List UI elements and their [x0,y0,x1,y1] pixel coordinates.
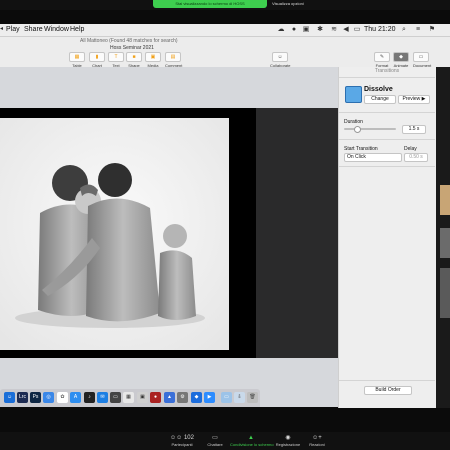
effect-name: Dissolve [364,86,393,93]
menu-help[interactable]: Help [70,26,84,33]
bluetooth-icon[interactable]: ✱ [316,26,324,33]
share-screen-icon: ▲ [248,435,254,441]
collaborate-button[interactable]: ☺ Collaborate [270,52,290,68]
zoom-app-icon[interactable]: ▶ [204,392,215,403]
flag-icon[interactable]: ⚑ [428,26,436,33]
family-photo-image [0,118,229,350]
transition-thumbnail [345,86,362,103]
animate-button[interactable]: ◆ Animate [393,52,409,68]
find-status: All Mattoneo (Found 48 matches for searc… [80,38,178,44]
trash-icon[interactable]: 🗑 [247,392,258,403]
terminal-icon[interactable]: ▭ [110,392,121,403]
chart-icon: ▮ [89,52,105,62]
calendar-icon[interactable]: ▦ [123,392,134,403]
music-icon[interactable]: ♪ [84,392,95,403]
share-banner[interactable]: Stai visualizzando lo schermo di HOSS [153,0,267,8]
menu-share[interactable]: Share [24,26,43,33]
table-button[interactable]: ▦ Table [69,52,85,68]
view-options-menu[interactable]: Visualizza opzioni [272,1,304,6]
inspector-header: Transitions [374,68,400,74]
document-button[interactable]: ▭ Document [413,52,431,68]
text-button[interactable]: T Text [108,52,124,68]
duration-slider-knob[interactable] [353,126,361,133]
shape-button[interactable]: ■ Shape [126,52,142,68]
app-store-icon[interactable]: A [70,392,81,403]
participant-thumbnail[interactable] [440,268,450,318]
divider [339,380,435,381]
menubar-clock[interactable]: Thu 21:20 [364,26,396,33]
share-screen-button[interactable]: ▲ Condivisione lo schermo [230,435,274,447]
lightroom-icon[interactable]: Lrc [17,392,28,403]
search-icon[interactable]: ⌕ [400,26,408,33]
media-icon: ▣ [145,52,161,62]
chevron-left-icon[interactable]: ◂ [0,25,3,32]
photos-icon[interactable]: ✿ [57,392,68,403]
downloads-icon[interactable]: ⇩ [234,392,245,403]
safari-icon[interactable]: ◎ [43,392,54,403]
app-icon[interactable]: ● [150,392,161,403]
change-button[interactable]: Change [364,95,396,104]
build-order-button[interactable]: Build Order [364,386,412,395]
delay-label: Delay [404,146,417,152]
table-icon: ▦ [69,52,85,62]
format-button[interactable]: ✎ Format [374,52,390,68]
animate-icon: ◆ [393,52,409,62]
divider [339,166,435,167]
comment-icon: ▤ [165,52,181,62]
zoom-icon[interactable]: ▣ [302,26,310,33]
participant-thumbnail[interactable] [440,228,450,258]
shape-icon: ■ [126,52,142,62]
slide-dark-panel [256,108,338,358]
menu-window[interactable]: Window [44,26,69,33]
control-center-icon[interactable]: ≡ [414,26,422,33]
divider [339,112,435,113]
preview-button[interactable]: Preview ▶ [398,95,430,104]
keynote-icon[interactable]: ▲ [164,392,175,403]
battery-icon[interactable]: ▭ [353,26,361,33]
participant-thumbnail[interactable] [440,185,450,215]
reactions-icon: ☺+ [312,435,322,441]
start-transition-label: Start Transition [344,146,378,152]
document-title: Hoss Seminar 2021 [110,45,154,51]
media-button[interactable]: ▣ Media [145,52,161,68]
participants-icon: ☺☺ [170,435,183,441]
mail-icon[interactable]: ✉ [97,392,108,403]
divider [339,77,435,78]
chart-button[interactable]: ▮ Chart [89,52,105,68]
preview-icon[interactable]: ▣ [137,392,148,403]
comment-button[interactable]: ▤ Comment [165,52,182,68]
dropbox-icon[interactable]: ◆ [191,392,202,403]
duration-label: Duration [344,119,363,125]
chat-button[interactable]: ▭ Chattare [195,435,235,447]
finder-icon[interactable]: ☺ [4,392,15,403]
menu-play[interactable]: Play [6,26,20,33]
collaborate-icon: ☺ [272,52,288,62]
record-icon[interactable]: ● [290,26,298,33]
photoshop-icon[interactable]: Ps [30,392,41,403]
delay-stepper[interactable]: 0.50 s [404,153,428,162]
text-icon: T [108,52,124,62]
volume-icon[interactable]: ◀ [342,26,350,33]
duration-slider[interactable] [344,128,396,130]
reactions-button[interactable]: ☺+ Reazioni [297,435,337,447]
folder-icon[interactable]: ▭ [221,392,232,403]
cloud-icon[interactable]: ☁ [277,26,285,33]
duration-stepper[interactable]: 1.5 s [402,125,426,134]
chat-icon: ▭ [212,435,218,441]
start-transition-select[interactable]: On Click [344,153,402,162]
document-icon: ▭ [413,52,429,62]
settings-icon[interactable]: ⚙ [177,392,188,403]
wifi-icon[interactable]: ≋ [330,26,338,33]
participants-count: 102 [183,435,194,441]
divider [339,139,435,140]
format-brush-icon: ✎ [374,52,390,62]
family-photo[interactable] [0,118,229,350]
